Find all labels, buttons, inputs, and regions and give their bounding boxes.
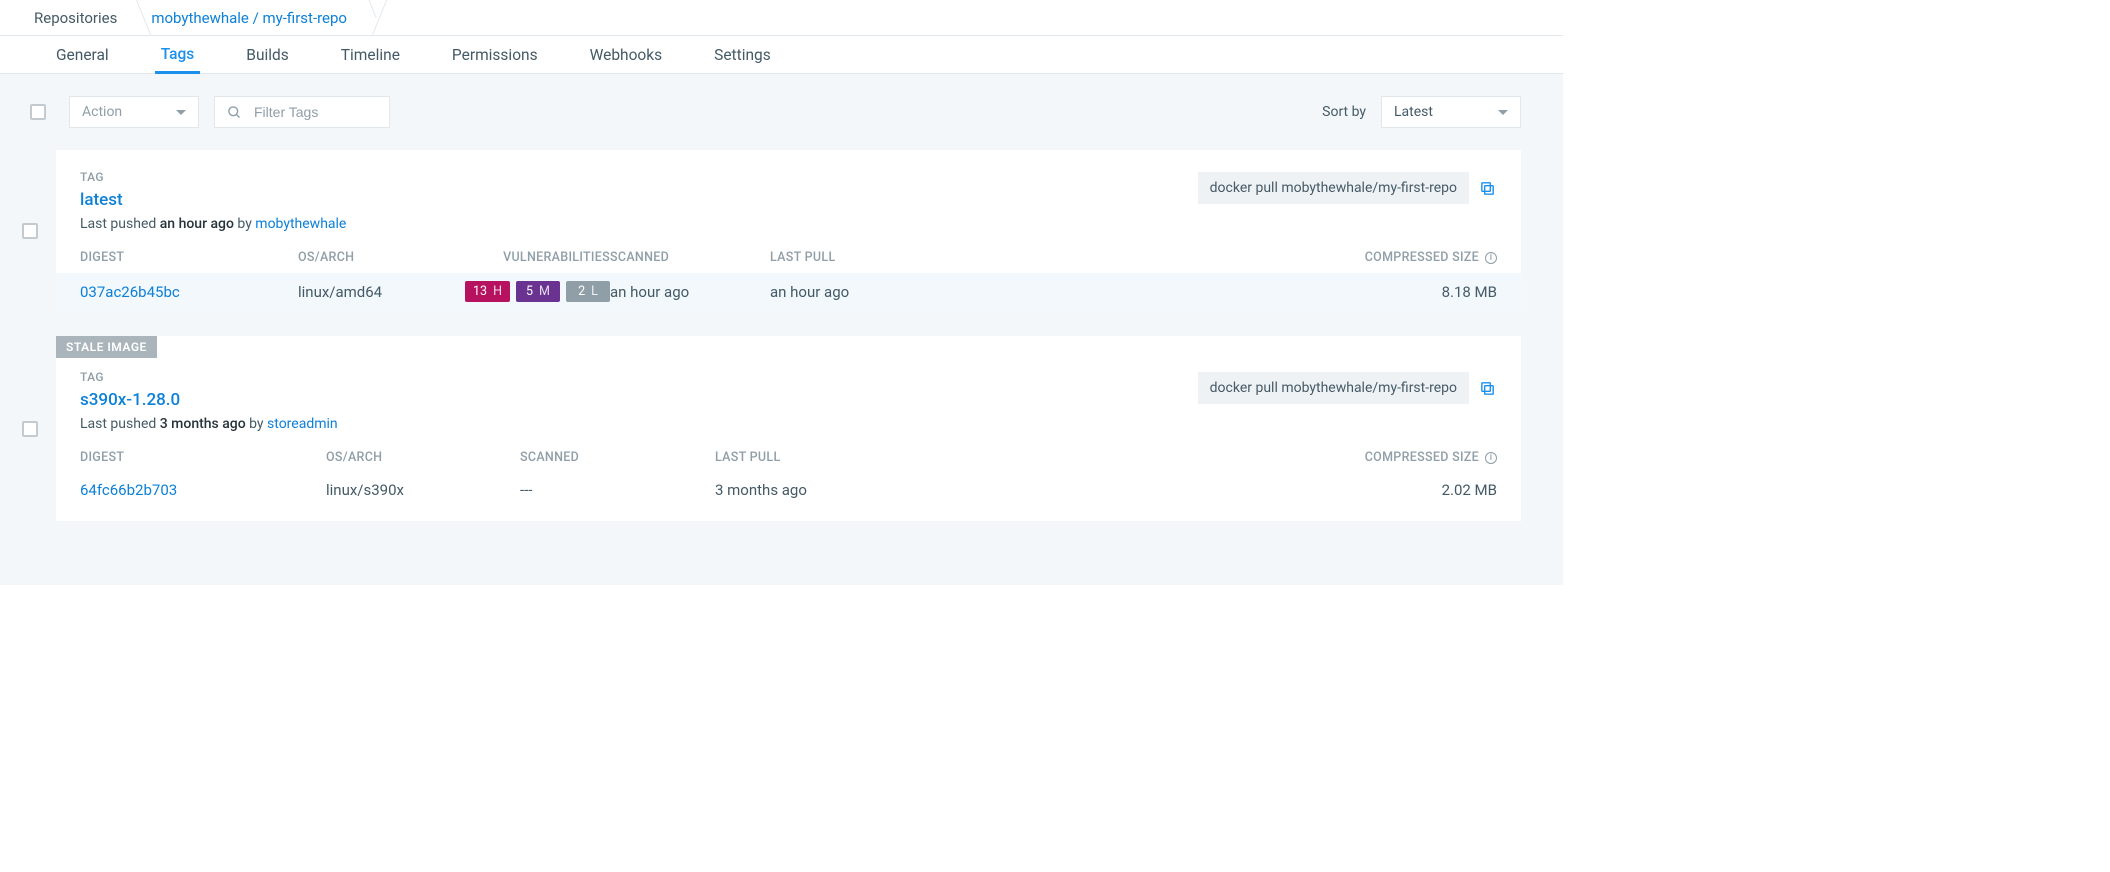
tag-name-link[interactable]: s390x-1.28.0 [80,390,180,410]
column-headers: DIGEST OS/ARCH SCANNED LAST PULL COMPRES… [56,450,1521,473]
pushed-by-user[interactable]: storeadmin [267,416,338,432]
tag-card: docker pull mobythewhale/my-first-repo T… [56,150,1521,312]
stale-image-badge: STALE IMAGE [56,336,157,358]
tab-timeline[interactable]: Timeline [335,36,406,73]
size-value: 2.02 MB [1442,481,1497,499]
th-digest: DIGEST [80,250,298,265]
pull-command: docker pull mobythewhale/my-first-repo [1198,172,1469,204]
tabs: General Tags Builds Timeline Permissions… [0,36,1563,74]
pushed-by-user[interactable]: mobythewhale [255,216,346,232]
tab-webhooks[interactable]: Webhooks [584,36,669,73]
tab-settings[interactable]: Settings [708,36,777,73]
vuln-low[interactable]: 2L [566,281,610,302]
scanned-value: --- [520,481,715,499]
th-scanned: SCANNED [610,250,770,265]
tab-tags[interactable]: Tags [155,36,201,74]
filter-tags-input[interactable] [252,103,377,121]
breadcrumb-root[interactable]: Repositories [20,0,137,35]
os-arch-value: linux/amd64 [298,283,458,301]
tag-row: docker pull mobythewhale/my-first-repo T… [22,150,1521,312]
last-pushed: Last pushed an hour ago by mobythewhale [80,216,1497,232]
scanned-value: an hour ago [610,283,770,301]
pull-command: docker pull mobythewhale/my-first-repo [1198,372,1469,404]
th-compressed-size: COMPRESSED SIZE i [1365,450,1497,465]
th-last-pull: LAST PULL [715,450,969,465]
vuln-high[interactable]: 13H [465,281,510,302]
th-digest: DIGEST [80,450,326,465]
vuln-medium[interactable]: 5M [516,281,560,302]
info-icon[interactable]: i [1485,252,1497,264]
th-os-arch: OS/ARCH [326,450,520,465]
digest-row[interactable]: 037ac26b45bc linux/amd64 13H 5M 2L an ho… [56,273,1521,312]
filter-tags-field[interactable] [214,96,390,128]
action-dropdown-label: Action [82,104,122,120]
last-pull-value: 3 months ago [715,481,969,499]
last-pushed: Last pushed 3 months ago by storeadmin [80,416,1497,432]
last-pull-value: an hour ago [770,283,1030,301]
select-all-checkbox[interactable] [30,104,46,120]
tag-name-link[interactable]: latest [80,190,123,210]
th-last-pull: LAST PULL [770,250,1030,265]
caret-down-icon [176,110,186,115]
tag-card: STALE IMAGE docker pull mobythewhale/my-… [56,336,1521,521]
tab-builds[interactable]: Builds [240,36,294,73]
copy-icon[interactable] [1477,378,1497,398]
page-body: Action Sort by Latest docker pull mobyth… [0,74,1563,585]
sort-by-value: Latest [1394,104,1433,120]
vulnerability-badges: 13H 5M 2L [458,281,610,302]
caret-down-icon [1498,110,1508,115]
column-headers: DIGEST OS/ARCH VULNERABILITIES SCANNED L… [56,250,1521,273]
action-dropdown[interactable]: Action [69,96,199,128]
pull-command-group: docker pull mobythewhale/my-first-repo [1198,372,1497,404]
sort-by-label: Sort by [1322,104,1366,120]
th-compressed-size: COMPRESSED SIZE i [1365,250,1497,265]
th-os-arch: OS/ARCH [298,250,458,265]
tab-permissions[interactable]: Permissions [446,36,544,73]
info-icon[interactable]: i [1485,452,1497,464]
digest-link[interactable]: 037ac26b45bc [80,283,298,301]
th-scanned: SCANNED [520,450,715,465]
sort-by-dropdown[interactable]: Latest [1381,96,1521,128]
pull-command-group: docker pull mobythewhale/my-first-repo [1198,172,1497,204]
row-checkbox[interactable] [22,223,38,239]
search-icon [227,105,242,120]
copy-icon[interactable] [1477,178,1497,198]
tab-general[interactable]: General [50,36,115,73]
size-value: 8.18 MB [1442,283,1497,301]
th-vulnerabilities: VULNERABILITIES [503,250,610,265]
breadcrumb-repo[interactable]: mobythewhale / my-first-repo [137,0,367,35]
digest-link[interactable]: 64fc66b2b703 [80,481,326,499]
os-arch-value: linux/s390x [326,481,520,499]
tag-row: STALE IMAGE docker pull mobythewhale/my-… [22,336,1521,521]
toolbar: Action Sort by Latest [64,96,1521,128]
breadcrumb: Repositories mobythewhale / my-first-rep… [0,0,1563,36]
digest-row[interactable]: 64fc66b2b703 linux/s390x --- 3 months ag… [56,473,1521,521]
row-checkbox[interactable] [22,421,38,437]
